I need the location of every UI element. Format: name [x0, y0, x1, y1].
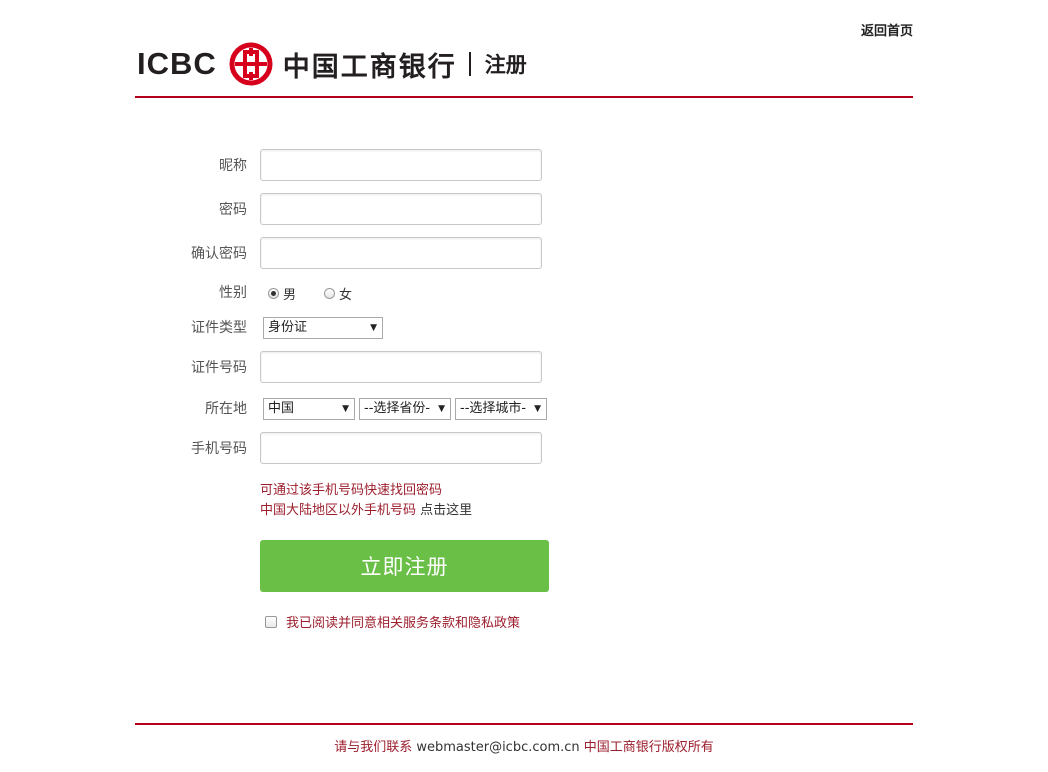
province-dropdown-icon: ▼	[438, 404, 445, 414]
phone-row: 手机号码	[135, 432, 735, 466]
password-label: 密码	[219, 202, 247, 218]
page-footer: 请与我们联系 webmaster@icbc.com.cn 中国工商银行版权所有	[135, 723, 913, 755]
country-dropdown-icon: ▼	[342, 404, 349, 414]
phone-hint-overseas: 中国大陆地区以外手机号码 点击这里	[260, 499, 472, 518]
id-type-selected: 身份证	[268, 320, 308, 335]
footer-copyright: 中国工商银行版权所有	[583, 740, 714, 755]
logo-text-cn: 中国工商银行	[282, 51, 457, 83]
country-select[interactable]: 中国 ▼	[263, 398, 355, 420]
phone-label: 手机号码	[191, 441, 247, 457]
gender-male-radio[interactable]	[268, 287, 279, 299]
location-row: 所在地 中国 ▼ --选择省份- ▼ --选择城市- ▼	[135, 392, 735, 426]
logo-text-en: ICBC	[137, 46, 217, 81]
agreement-label: 我已阅读并同意相关服务条款和隐私政策	[286, 616, 521, 631]
location-label: 所在地	[205, 401, 247, 417]
nickname-label: 昵称	[219, 158, 247, 174]
icbc-emblem-icon	[229, 42, 273, 86]
footer-email[interactable]: webmaster@icbc.com.cn	[416, 740, 579, 755]
gender-option-female[interactable]: 女	[324, 284, 352, 303]
id-number-input[interactable]	[260, 351, 542, 383]
phone-hint-overseas-text: 中国大陆地区以外手机号码	[260, 503, 417, 518]
nickname-input[interactable]	[260, 149, 542, 181]
id-number-label: 证件号码	[191, 360, 247, 376]
phone-hint-recovery: 可通过该手机号码快速找回密码	[260, 483, 443, 498]
icbc-logo[interactable]: ICBC 中国工商银行 注册	[137, 42, 527, 86]
gender-label: 性别	[219, 285, 247, 301]
city-dropdown-icon: ▼	[534, 404, 541, 414]
home-link[interactable]: 返回首页	[861, 20, 913, 39]
gender-female-label: 女	[339, 287, 353, 303]
footer-contact: 请与我们联系	[334, 740, 413, 755]
province-selected: --选择省份-	[364, 401, 431, 416]
confirm-password-label: 确认密码	[191, 246, 247, 262]
gender-option-male[interactable]: 男	[268, 284, 296, 303]
nickname-row: 昵称	[135, 149, 735, 183]
page-header: 返回首页 ICBC 中国工商银行 注册	[135, 0, 913, 98]
confirm-password-input[interactable]	[260, 237, 542, 269]
logo-divider	[468, 52, 471, 76]
overseas-phone-link[interactable]: 点击这里	[420, 503, 472, 518]
agreement-row[interactable]: 我已阅读并同意相关服务条款和隐私政策	[265, 612, 520, 631]
confirm-password-row: 确认密码	[135, 237, 735, 271]
id-type-select[interactable]: 身份证 ▼	[263, 317, 383, 339]
phone-input[interactable]	[260, 432, 542, 464]
city-selected: --选择城市-	[460, 401, 527, 416]
register-button[interactable]: 立即注册	[260, 540, 549, 592]
gender-radio-group: 男 女	[268, 276, 380, 310]
password-input[interactable]	[260, 193, 542, 225]
gender-male-label: 男	[283, 287, 297, 303]
agreement-checkbox[interactable]	[265, 615, 277, 628]
gender-female-radio[interactable]	[324, 287, 336, 299]
id-type-row: 证件类型 身份证 ▼	[135, 311, 735, 345]
id-type-label: 证件类型	[191, 320, 247, 336]
country-selected: 中国	[268, 401, 295, 416]
id-number-row: 证件号码	[135, 351, 735, 385]
city-select[interactable]: --选择城市- ▼	[455, 398, 547, 420]
id-type-dropdown-icon: ▼	[370, 323, 377, 333]
gender-row: 性别 男 女	[135, 276, 735, 310]
province-select[interactable]: --选择省份- ▼	[359, 398, 451, 420]
page-title: 注册	[484, 53, 527, 77]
password-row: 密码	[135, 193, 735, 227]
